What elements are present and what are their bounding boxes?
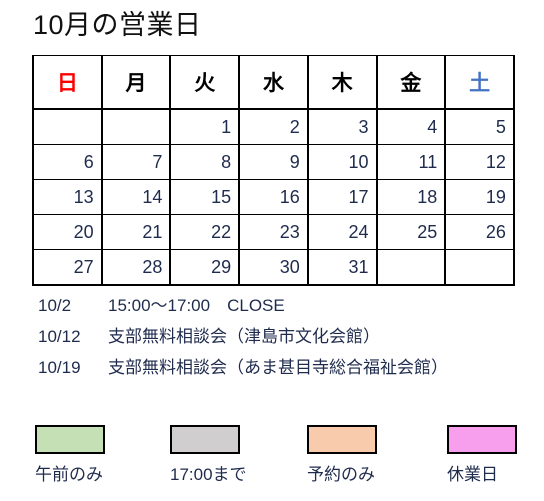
weekday-header-weekday-5: 金 (375, 55, 447, 110)
calendar-day-cell[interactable]: 29 (169, 249, 241, 286)
legend-label: 午前のみ (35, 465, 103, 484)
calendar-day-cell[interactable]: 2 (238, 108, 309, 145)
calendar-empty-cell (32, 108, 103, 145)
note-text: 支部無料相談会（あま甚目寺総合福祉会館） (108, 358, 448, 377)
legend-item-until17: 17:00まで (170, 425, 306, 485)
calendar-body: 1 2 3 4 5 6 7 8 9 10 11 12 13 14 15 16 17 18 19 20 21 22 23 24 2… (32, 108, 515, 286)
note-date: 10/12 (38, 327, 81, 346)
weekday-header-weekday-2: 火 (169, 55, 241, 110)
calendar-week-row: 12345 (32, 108, 515, 145)
page-title: 10月の営業日 (33, 10, 202, 40)
calendar-empty-cell (444, 249, 515, 286)
legend: 午前のみ 17:00まで 予約のみ 休業日 (0, 425, 544, 501)
note-text: 支部無料相談会（津島市文化会館） (108, 327, 380, 346)
weekday-header-sat-6: 土 (444, 55, 515, 110)
legend-item-appt: 予約のみ (307, 425, 443, 485)
weekday-header-sun-0: 日 (32, 55, 103, 110)
calendar-day-cell[interactable]: 12 (444, 144, 515, 180)
legend-label: 休業日 (447, 465, 498, 484)
calendar-day-cell[interactable]: 25 (375, 214, 447, 250)
calendar-day-cell[interactable]: 15 (169, 179, 241, 215)
calendar-table: 日月火水木金土 1 2 3 4 5 6 7 8 9 10 11 12 13 14 15 16 17 18 19 20 2… (32, 55, 515, 286)
note-text: 15:00〜17:00 CLOSE (108, 296, 285, 315)
calendar-day-cell[interactable]: 21 (100, 214, 172, 250)
legend-swatch-until17 (170, 425, 240, 454)
calendar-week-row: 6 7 8 9 10 11 12 (32, 144, 515, 180)
calendar-day-cell[interactable]: 4 (375, 108, 447, 145)
calendar-week-row: 27 28 29 30 31 (32, 249, 515, 286)
calendar-day-cell[interactable]: 6 (32, 144, 103, 180)
calendar-day-cell[interactable]: 16 (238, 179, 309, 215)
calendar-day-cell[interactable]: 24 (306, 214, 378, 250)
weekday-header-weekday-3: 水 (238, 55, 309, 110)
calendar-day-cell[interactable]: 22 (169, 214, 241, 250)
legend-label: 17:00まで (170, 465, 247, 484)
calendar-week-row: 13 14 15 16 17 18 19 (32, 179, 515, 215)
calendar-day-cell[interactable]: 18 (375, 179, 447, 215)
calendar-week-row: 20 21 22 23 24 25 26 (32, 214, 515, 250)
note-date: 10/2 (38, 296, 72, 315)
calendar-empty-cell (100, 108, 172, 145)
note-row: 10/19 支部無料相談会（あま甚目寺総合福祉会館） (38, 353, 528, 384)
calendar-empty-cell (375, 249, 447, 286)
note-row: 10/12 支部無料相談会（津島市文化会館） (38, 322, 528, 353)
notes-list: 10/2 15:00〜17:00 CLOSE 10/12 支部無料相談会（津島市文化会… (38, 291, 528, 384)
calendar-day-cell[interactable]: 9 (238, 144, 309, 180)
calendar-day-cell[interactable]: 23 (238, 214, 309, 250)
calendar-day-cell[interactable]: 3 (306, 108, 378, 145)
calendar-day-cell[interactable]: 1 (169, 108, 241, 145)
weekday-header-weekday-1: 月 (100, 55, 172, 110)
calendar-day-cell[interactable]: 10 (306, 144, 378, 180)
legend-label: 予約のみ (307, 465, 375, 484)
weekday-header-weekday-4: 木 (306, 55, 378, 110)
calendar-day-cell[interactable]: 26 (444, 214, 515, 250)
calendar-header-row: 日月火水木金土 (32, 55, 515, 110)
calendar-day-cell[interactable]: 13 (32, 179, 103, 215)
calendar-day-cell[interactable]: 19 (444, 179, 515, 215)
calendar-day-cell[interactable]: 8 (169, 144, 241, 180)
calendar-day-cell[interactable]: 14 (100, 179, 172, 215)
calendar-day-cell[interactable]: 28 (100, 249, 172, 286)
calendar-day-cell[interactable]: 27 (32, 249, 103, 286)
calendar-day-cell[interactable]: 17 (306, 179, 378, 215)
legend-swatch-closed (447, 425, 517, 454)
legend-item-closed: 休業日 (447, 425, 544, 485)
calendar-day-cell[interactable]: 11 (375, 144, 447, 180)
calendar-day-cell[interactable]: 30 (238, 249, 309, 286)
calendar-day-cell[interactable]: 20 (32, 214, 103, 250)
note-row: 10/2 15:00〜17:00 CLOSE (38, 291, 528, 322)
calendar-day-cell[interactable]: 5 (444, 108, 515, 145)
legend-swatch-am (35, 425, 105, 454)
calendar-day-cell[interactable]: 7 (100, 144, 172, 180)
calendar-day-cell[interactable]: 31 (306, 249, 378, 286)
note-date: 10/19 (38, 358, 81, 377)
legend-item-am: 午前のみ (35, 425, 171, 485)
legend-swatch-appt (307, 425, 377, 454)
